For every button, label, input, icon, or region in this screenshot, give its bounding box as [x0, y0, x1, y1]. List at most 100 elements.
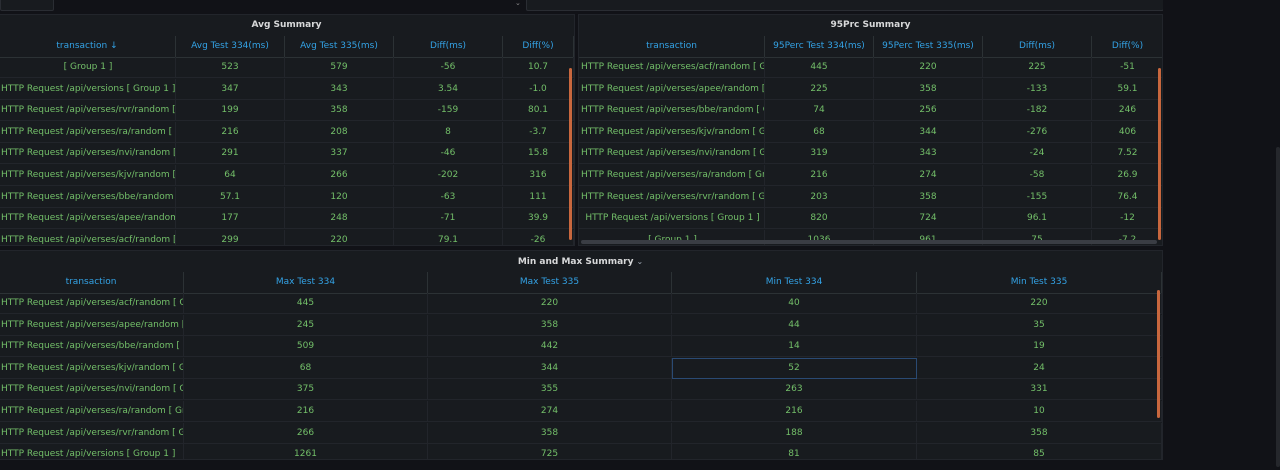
column-header[interactable]: Diff(ms): [983, 36, 1092, 57]
variable-select-left[interactable]: [0, 0, 54, 11]
column-header[interactable]: Diff(ms): [394, 36, 503, 57]
value-cell: -12: [1092, 208, 1162, 229]
vertical-scrollbar[interactable]: [1157, 290, 1160, 418]
transaction-cell: HTTP Request /api/verses/bbe/random [ Gr…: [0, 336, 184, 358]
column-header[interactable]: Max Test 334: [184, 272, 428, 293]
column-header[interactable]: Max Test 335: [428, 272, 672, 293]
table-row[interactable]: HTTP Request /api/versions [ Group 1 ] 82…: [579, 208, 1162, 230]
table-row[interactable]: HTTP Request /api/verses/acf/random [ Gr…: [0, 293, 1162, 314]
vertical-scrollbar[interactable]: [1158, 68, 1161, 240]
value-cell: 111: [503, 186, 574, 208]
table-row[interactable]: HTTP Request /api/verses/rvr/random [ Gr…: [0, 100, 574, 122]
value-cell: 246: [1092, 100, 1162, 121]
table-row[interactable]: HTTP Request /api/versions [ Group 1 ] 12…: [0, 444, 1162, 459]
column-header[interactable]: Diff(%): [1092, 36, 1162, 57]
table-row[interactable]: HTTP Request /api/verses/nvi/random [ Gr…: [0, 143, 574, 165]
value-cell: 120: [285, 186, 394, 208]
value-cell: 358: [917, 422, 1162, 444]
table-row[interactable]: HTTP Request /api/verses/acf/random [ Gr…: [579, 57, 1162, 78]
value-cell: 96.1: [983, 208, 1092, 230]
table-row[interactable]: HTTP Request /api/versions [ Group 1 ] 34…: [0, 78, 574, 100]
table-row[interactable]: HTTP Request /api/verses/kjv/random [ Gr…: [579, 121, 1162, 143]
table-row[interactable]: HTTP Request /api/verses/kjv/random [ Gr…: [0, 357, 1162, 379]
column-header[interactable]: Avg Test 335(ms): [285, 36, 394, 57]
column-header[interactable]: Diff(%): [503, 36, 574, 57]
value-cell: 344: [874, 121, 983, 143]
panel-title-text: Min and Max Summary: [517, 257, 634, 267]
column-header[interactable]: transaction: [579, 36, 765, 57]
table-row[interactable]: HTTP Request /api/verses/apee/random [ G…: [0, 314, 1162, 336]
value-cell: 216: [176, 121, 285, 143]
panel-title[interactable]: Min and Max Summary ⌄: [0, 251, 1162, 272]
value-cell: -276: [983, 121, 1092, 143]
value-cell: 26.9: [1092, 165, 1162, 186]
value-cell: -133: [983, 78, 1092, 100]
table-row[interactable]: HTTP Request /api/verses/nvi/random [ Gr…: [0, 379, 1162, 401]
value-cell: -56: [394, 57, 503, 78]
value-cell: 24: [917, 357, 1162, 379]
transaction-cell: HTTP Request /api/versions [ Group 1 ]: [0, 78, 176, 100]
value-cell: 225: [765, 78, 874, 100]
vertical-scrollbar[interactable]: [569, 68, 572, 240]
value-cell: 445: [184, 293, 428, 314]
table-row[interactable]: HTTP Request /api/verses/kjv/random [ Gr…: [0, 165, 574, 186]
value-cell: 208: [285, 121, 394, 143]
table-row[interactable]: HTTP Request /api/verses/bbe/random [ Gr…: [0, 186, 574, 208]
panel-title[interactable]: Avg Summary: [0, 15, 574, 36]
value-cell: 203: [765, 186, 874, 208]
value-cell: 299: [176, 229, 285, 245]
chevron-down-icon[interactable]: ⌄: [636, 257, 643, 266]
value-cell: 3.54: [394, 78, 503, 100]
value-cell: -26: [503, 229, 574, 245]
horizontal-scrollbar[interactable]: [581, 240, 1157, 244]
value-cell: 44: [672, 314, 917, 336]
table-row[interactable]: HTTP Request /api/verses/rvr/random [ Gr…: [579, 186, 1162, 208]
top-variable-bar: ⌄: [0, 0, 1164, 12]
table-body: [ Group 1 ] 523 579 -56 10.7 HTTP Request /ap…: [0, 57, 574, 245]
column-header[interactable]: 95Perc Test 335(ms): [874, 36, 983, 57]
transaction-cell: HTTP Request /api/verses/kjv/random [ Gr…: [0, 357, 184, 379]
95prc-summary-panel: 95Prc Summary transaction 95Perc Test 334…: [578, 14, 1163, 246]
value-cell: 263: [672, 379, 917, 401]
table-row[interactable]: HTTP Request /api/verses/apee/random [ G…: [579, 78, 1162, 100]
column-header[interactable]: Min Test 334: [672, 272, 917, 293]
table-row[interactable]: HTTP Request /api/verses/rvr/random [ Gr…: [0, 422, 1162, 444]
variable-select-right[interactable]: [526, 0, 1164, 11]
panel-title[interactable]: 95Prc Summary: [579, 15, 1162, 36]
value-cell: 445: [765, 57, 874, 78]
page-scrollbar[interactable]: [1276, 147, 1280, 467]
table-row[interactable]: HTTP Request /api/verses/bbe/random [ Gr…: [0, 336, 1162, 358]
value-cell: -63: [394, 186, 503, 208]
value-cell: 81: [672, 444, 917, 459]
value-cell: 355: [428, 379, 672, 401]
transaction-cell: HTTP Request /api/verses/rvr/random [ Gr…: [0, 100, 176, 122]
value-cell: 7.52: [1092, 143, 1162, 164]
column-header[interactable]: Avg Test 334(ms): [176, 36, 285, 57]
table-row[interactable]: HTTP Request /api/verses/bbe/random [ Gr…: [579, 100, 1162, 122]
column-header[interactable]: 95Perc Test 334(ms): [765, 36, 874, 57]
table-row[interactable]: HTTP Request /api/verses/ra/random [ Gro…: [579, 165, 1162, 186]
transaction-cell: HTTP Request /api/verses/bbe/random [ Gr…: [0, 186, 176, 208]
avg-summary-panel: Avg Summary transaction ↓ Avg Test 334(ms…: [0, 14, 575, 246]
table-row[interactable]: HTTP Request /api/verses/ra/random [ Gro…: [0, 121, 574, 143]
table-row[interactable]: HTTP Request /api/verses/ra/random [ Gro…: [0, 401, 1162, 422]
value-cell: 216: [184, 401, 428, 422]
chevron-down-icon[interactable]: ⌄: [515, 0, 521, 7]
value-cell: 358: [874, 186, 983, 208]
column-header[interactable]: transaction: [0, 272, 184, 293]
table-row[interactable]: HTTP Request /api/verses/apee/random [ .…: [0, 208, 574, 230]
table-row[interactable]: HTTP Request /api/verses/nvi/random [ Gr…: [579, 143, 1162, 165]
value-cell: 1261: [184, 444, 428, 459]
value-cell: 68: [184, 357, 428, 379]
column-header[interactable]: Min Test 335: [917, 272, 1162, 293]
value-cell: 331: [917, 379, 1162, 401]
value-cell: -3.7: [503, 121, 574, 143]
value-cell: 248: [285, 208, 394, 230]
column-header[interactable]: transaction ↓: [0, 36, 176, 57]
value-cell: -71: [394, 208, 503, 230]
value-cell: 216: [672, 401, 917, 422]
table-row[interactable]: [ Group 1 ] 523 579 -56 10.7: [0, 57, 574, 78]
table-row[interactable]: HTTP Request /api/verses/acf/random [ Gr…: [0, 229, 574, 245]
transaction-cell: HTTP Request /api/verses/ra/random [ Gro…: [0, 401, 184, 422]
value-cell: 57.1: [176, 186, 285, 208]
